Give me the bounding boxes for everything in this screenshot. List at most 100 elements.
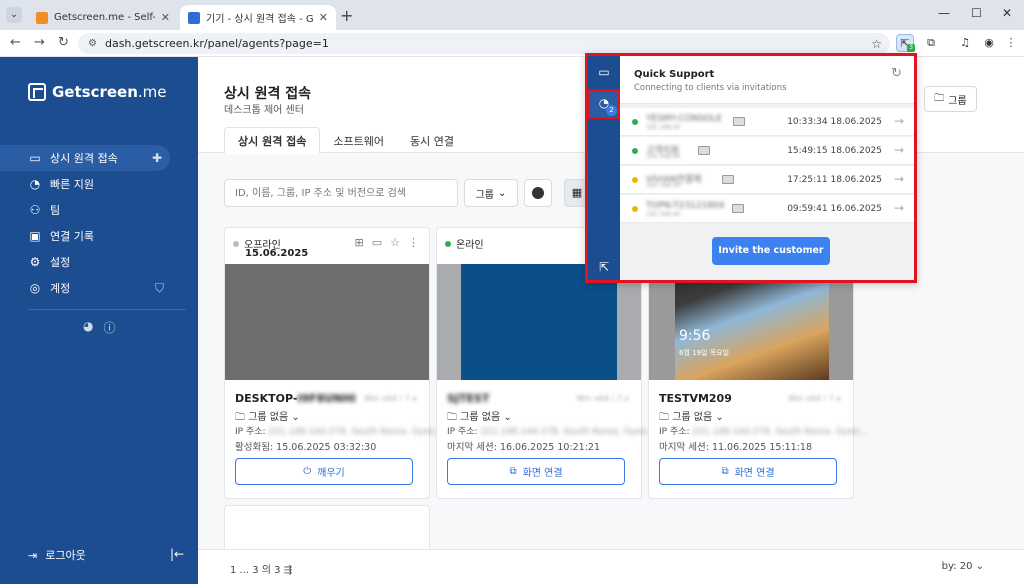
sidebar-item-history[interactable]: ▣ 연결 기록 — [0, 223, 198, 249]
new-tab-icon[interactable]: + — [340, 6, 353, 25]
device-name: SJTEST — [447, 392, 489, 405]
star-icon[interactable]: ☆ — [390, 236, 400, 249]
popup-title: Quick Support — [634, 69, 715, 80]
sidebar-item-label: 연결 기록 — [50, 230, 94, 243]
group-button[interactable]: 🗀 그룹 — [924, 86, 977, 112]
wake-button[interactable]: ⏻ 깨우기 — [235, 458, 413, 485]
getscreen-logo-icon[interactable]: ◕ — [83, 319, 93, 336]
status-dot-icon — [632, 206, 638, 212]
media-icon[interactable]: ♫ — [956, 34, 974, 52]
close-window-icon[interactable]: ✕ — [1002, 6, 1012, 20]
client-name: YESMY-CONSOLE — [646, 114, 722, 124]
connect-screen-button[interactable]: ⧉ 화면 연결 — [447, 458, 625, 485]
list-item[interactable]: YESMY-CONSOLE 192.168.40 10:33:34 18.06.… — [620, 108, 914, 136]
tab-permanent-access[interactable]: 상시 원격 접속 — [224, 127, 321, 154]
pagination-settings-icon[interactable]: ⇶ — [284, 565, 292, 576]
getscreen-extension-icon[interactable]: ⇱ 3 — [896, 34, 915, 52]
ip-address: IP 주소: 221.148.144.278, South Korea, Gye… — [235, 424, 443, 437]
close-tab-icon[interactable]: ✕ — [161, 11, 170, 24]
last-session: 마지막 세션: 11.06.2025 15:11:18 — [659, 442, 813, 453]
search-input[interactable] — [224, 179, 458, 207]
monitor-icon — [733, 117, 745, 126]
browser-tab-inactive[interactable]: Getscreen.me - Self-Hosted - I ✕ — [28, 5, 178, 30]
list-item[interactable]: TOPN-T23121804 192.168.40 09:59:41 16.06… — [620, 195, 914, 223]
sidebar-mini-icons: ◕ ⓘ — [83, 319, 116, 336]
logo[interactable]: Getscreen.me — [28, 83, 167, 101]
team-icon: ⚇ — [29, 203, 41, 217]
pagination-text: 1 ... 3 의 3 — [230, 565, 281, 576]
sidebar-item-label: 설정 — [50, 256, 71, 269]
sidebar-divider — [28, 309, 186, 310]
device-name-prefix: DESKTOP- — [235, 392, 298, 405]
logo-arrow-icon — [28, 83, 46, 101]
power-icon: ⏻ — [303, 466, 312, 477]
screen-icon[interactable]: ▭ — [372, 236, 382, 249]
reload-icon[interactable]: ↻ — [58, 35, 69, 50]
sidebar-item-team[interactable]: ⚇ 팀 — [0, 197, 198, 223]
list-item[interactable]: VIVIAN연결체 192.168.40 17:25:11 18.06.2025… — [620, 166, 914, 194]
minimize-icon[interactable]: — — [938, 6, 950, 20]
maximize-icon[interactable]: ☐ — [971, 6, 982, 20]
device-name-hidden: I9F8UNHI — [297, 392, 356, 405]
sidebar-item-account[interactable]: ◎ 계정 ⛉ — [0, 275, 198, 301]
devices-icon[interactable]: ▭ — [596, 65, 612, 81]
page-subtitle: 데스크톱 제어 센터 — [224, 105, 304, 116]
monitor-icon — [722, 175, 734, 184]
status-dot-icon — [532, 187, 544, 199]
sidebar-item-permanent-access[interactable]: ▭ 상시 원격 접속 ✚ — [0, 145, 170, 171]
extensions-puzzle-icon[interactable]: ⧉ — [922, 34, 940, 52]
status-text: 온라인 — [456, 240, 484, 251]
device-name: TESTVM209 — [659, 392, 732, 405]
device-card[interactable]: 오프라인 15.06.2025 ⊞ ▭ ☆ ⋮ DESKTOP-I9F8UNHI… — [224, 227, 443, 499]
arrow-right-icon[interactable]: → — [894, 201, 904, 215]
os-version: Win x64 / 7.x — [364, 394, 417, 403]
close-tab-icon[interactable]: ✕ — [319, 11, 328, 24]
logout-button[interactable]: ⇥ 로그아웃 — [28, 547, 86, 563]
browser-tab-active[interactable]: 기기 - 상시 원격 접속 - Getscre ✕ — [180, 5, 336, 30]
status-filter-button[interactable] — [524, 179, 552, 207]
lock-time: 9:56 — [679, 328, 711, 344]
bookmark-star-icon[interactable]: ☆ — [871, 37, 882, 51]
account-icon: ◎ — [29, 281, 41, 295]
status-badge: 온라인 — [445, 236, 484, 251]
devices-icon: ▭ — [29, 151, 41, 165]
forward-icon[interactable]: → — [34, 35, 45, 50]
profile-icon[interactable]: ◉ — [980, 34, 998, 52]
ip-address: IP 주소: 221.148.144.278, South Korea, Gye… — [659, 424, 867, 437]
ip-value: 221.148.144.278, South Korea, Gyeo... — [268, 427, 444, 437]
info-icon[interactable]: ⓘ — [103, 319, 115, 336]
status-date: 15.06.2025 — [245, 248, 309, 259]
refresh-icon[interactable]: ↻ — [891, 66, 902, 81]
arrow-right-icon[interactable]: → — [894, 172, 904, 186]
list-item[interactable]: 고객지원 192.168.40 15:49:15 18.06.2025 → — [620, 137, 914, 165]
action-label: 화면 연결 — [734, 468, 775, 479]
ip-value: 221.148.144.278, South Korea, Gyeo... — [692, 427, 868, 437]
client-time: 10:33:34 18.06.2025 — [787, 117, 882, 127]
logo-text: Getscreen — [52, 83, 138, 101]
screen-thumbnail[interactable] — [225, 264, 429, 380]
more-icon[interactable]: ⋮ — [408, 236, 419, 249]
group-filter-dropdown[interactable]: 그룹 ⌄ — [464, 179, 518, 207]
monitor-icon — [732, 204, 744, 213]
invite-customer-button[interactable]: Invite the customer — [712, 237, 830, 265]
url-field[interactable]: ⚙ dash.getscreen.kr/panel/agents?page=1 … — [78, 33, 890, 54]
arrow-right-icon[interactable]: → — [894, 114, 904, 128]
more-menu-icon[interactable]: ⋮ — [1002, 34, 1020, 52]
sidebar-item-label: 팀 — [50, 204, 61, 217]
connect-screen-button[interactable]: ⧉ 화면 연결 — [659, 458, 837, 485]
per-page-label: by: — [941, 561, 957, 572]
tab-concurrent[interactable]: 동시 연결 — [397, 127, 467, 154]
tab-search-icon[interactable]: ⌄ — [6, 7, 22, 23]
per-page-selector[interactable]: by: 20 ⌄ — [942, 561, 984, 572]
popup-content: Quick Support Connecting to clients via … — [620, 56, 914, 280]
sidebar-item-quick-support[interactable]: ◔ 빠른 지원 — [0, 171, 198, 197]
sidebar-item-settings[interactable]: ⚙ 설정 — [0, 249, 198, 275]
getscreen-favicon-icon — [188, 11, 200, 24]
site-info-icon[interactable]: ⚙ — [88, 38, 97, 49]
device-card-empty[interactable] — [224, 505, 430, 555]
arrow-right-icon[interactable]: → — [894, 143, 904, 157]
back-icon[interactable]: ← — [10, 35, 21, 50]
open-external-icon[interactable]: ⇱ — [596, 260, 612, 276]
tab-software[interactable]: 소프트웨어 — [320, 127, 397, 154]
collapse-sidebar-icon[interactable]: |← — [170, 547, 184, 561]
